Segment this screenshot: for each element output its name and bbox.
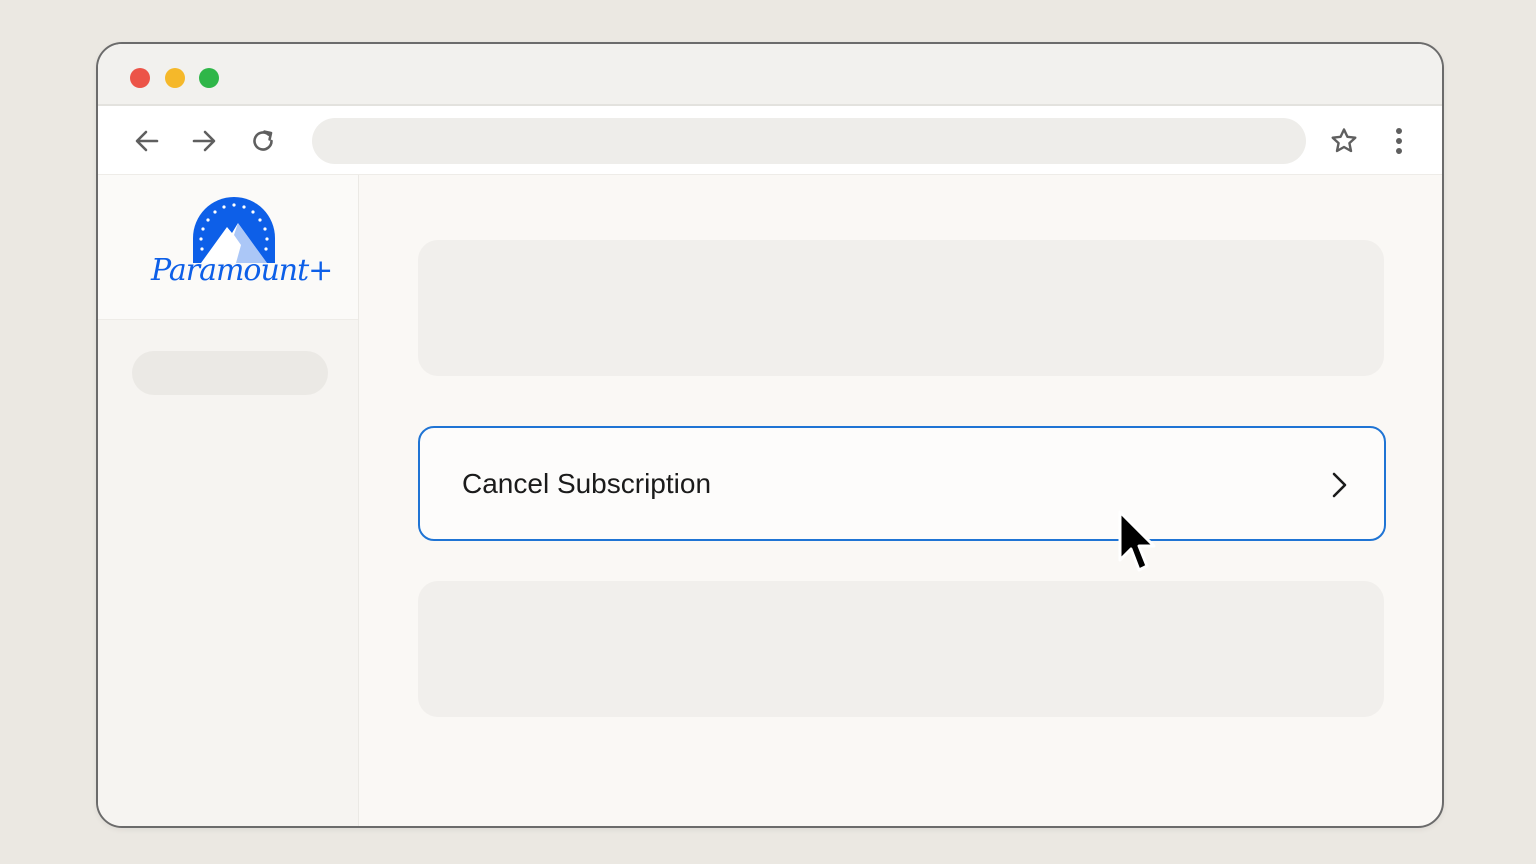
browser-toolbar	[98, 106, 1442, 175]
back-button[interactable]	[130, 124, 164, 158]
minimize-window-button[interactable]	[165, 68, 185, 88]
title-bar	[98, 44, 1442, 106]
content-placeholder-card	[418, 240, 1384, 376]
star-icon	[1331, 128, 1357, 153]
sidebar: Paramount+	[98, 175, 359, 826]
kebab-menu-icon	[1396, 128, 1402, 154]
bookmark-button[interactable]	[1327, 124, 1361, 158]
content-placeholder-card	[418, 581, 1384, 717]
forward-button[interactable]	[187, 124, 221, 158]
browser-window: Paramount+ Cancel Subscription	[96, 42, 1444, 828]
logo-wordmark: Paramount+	[151, 253, 333, 288]
chevron-right-icon	[1332, 472, 1347, 498]
reload-button[interactable]	[246, 124, 280, 158]
cancel-subscription-label: Cancel Subscription	[462, 468, 712, 499]
browser-menu-button[interactable]	[1382, 124, 1416, 158]
paramount-plus-logo[interactable]: Paramount+	[98, 175, 358, 320]
arrow-left-icon	[135, 130, 159, 152]
arrow-right-icon	[192, 130, 216, 152]
cancel-subscription-button[interactable]: Cancel Subscription	[418, 426, 1386, 541]
zoom-window-button[interactable]	[199, 68, 219, 88]
sidebar-nav-placeholder	[132, 351, 328, 395]
address-bar[interactable]	[312, 118, 1306, 164]
close-window-button[interactable]	[130, 68, 150, 88]
mouse-pointer-icon	[1118, 510, 1156, 572]
reload-icon	[253, 130, 273, 151]
